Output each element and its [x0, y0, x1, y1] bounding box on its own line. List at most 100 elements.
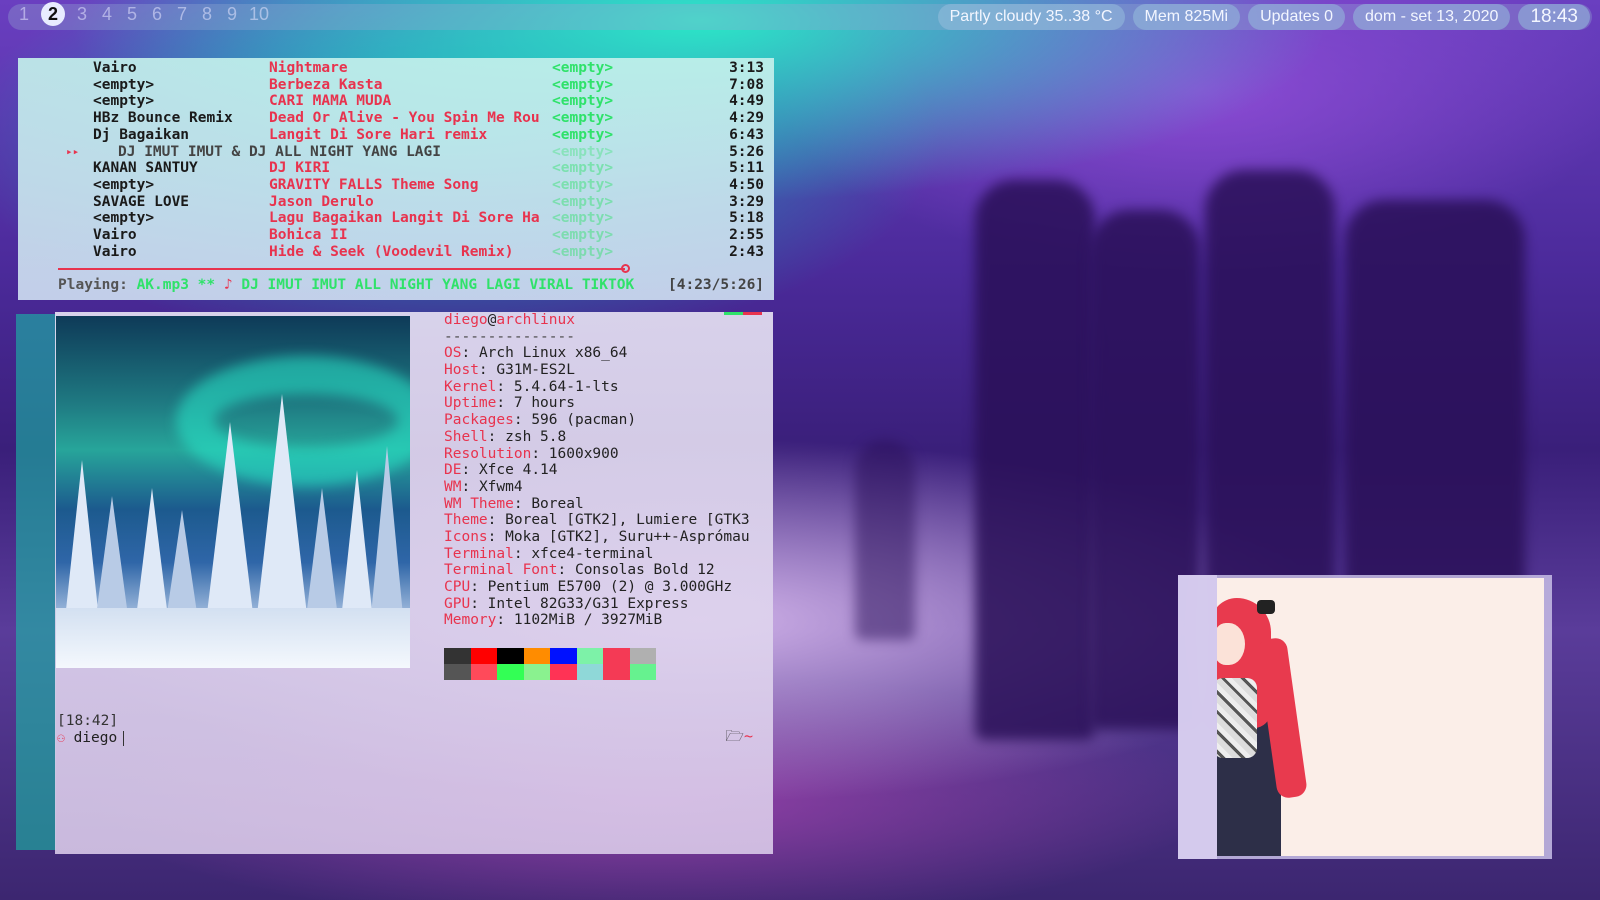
- track-title: Jason Derulo: [269, 193, 374, 210]
- info-key: Uptime: [444, 395, 497, 412]
- track-artist: Vairo: [93, 60, 137, 76]
- track-time: 2:43: [729, 243, 764, 260]
- playlist-row[interactable]: <empty> Berbeza Kasta <empty> 7:08: [18, 77, 774, 94]
- clock-widget[interactable]: 18:43: [1518, 4, 1590, 30]
- playlist-row[interactable]: <empty> GRAVITY FALLS Theme Song <empty> 4:…: [18, 177, 774, 194]
- info-colon: :: [470, 579, 488, 595]
- user-host-line: diego@archlinux: [444, 312, 750, 329]
- cwd-indicator: 🗁~: [725, 726, 753, 751]
- info-colon: :: [496, 395, 514, 412]
- info-separator: ---------------: [444, 328, 575, 345]
- memory-widget[interactable]: Mem 825Mi: [1132, 4, 1241, 30]
- track-title: CARI MAMA MUDA: [269, 93, 392, 110]
- palette-swatch: [523, 664, 550, 680]
- info-key: Resolution: [444, 445, 532, 462]
- track-time: 3:13: [729, 60, 764, 76]
- music-note-icon: ♪: [223, 277, 233, 293]
- palette-swatch: [629, 648, 656, 664]
- text-cursor: [123, 730, 125, 746]
- info-line: Theme: Boreal [GTK2], Lumiere [GTK3: [444, 512, 750, 529]
- palette-swatch: [523, 648, 550, 664]
- playlist-row[interactable]: Vairo Hide & Seek (Voodevil Remix) <empty>…: [18, 244, 774, 261]
- track-time: 6:43: [729, 126, 764, 143]
- folder-open-icon: 🗁: [725, 727, 744, 745]
- track-time: 5:11: [729, 160, 764, 177]
- info-key: WM: [444, 478, 462, 495]
- tree: [306, 488, 338, 618]
- info-colon: :: [557, 562, 575, 579]
- playback-progress-bar[interactable]: [58, 268, 625, 270]
- track-artist: <empty>: [93, 176, 155, 193]
- palette-swatch: [576, 648, 603, 664]
- workspace-3[interactable]: 3: [74, 4, 90, 26]
- terminal-window[interactable]: diego@archlinux --------------- OS: Arch…: [55, 312, 773, 854]
- info-key: GPU: [444, 595, 471, 612]
- track-artist: <empty>: [93, 76, 155, 93]
- track-time: 4:29: [729, 110, 764, 127]
- workspace-switcher: 1 2 3 4 5 6 7 8 9 10: [16, 2, 269, 26]
- background-rock: [975, 180, 1095, 740]
- workspace-5[interactable]: 5: [124, 4, 140, 26]
- playlist-row[interactable]: Vairo Nightmare <empty> 3:13: [18, 60, 774, 77]
- tree: [166, 510, 198, 620]
- track-title: DJ KIRI: [269, 160, 331, 177]
- track-title: Berbeza Kasta: [269, 76, 383, 93]
- playlist-row[interactable]: Dj Bagaikan Langit Di Sore Hari remix <emp…: [18, 127, 774, 144]
- workspace-7[interactable]: 7: [174, 4, 190, 26]
- info-line: Resolution: 1600x900: [444, 446, 750, 463]
- playlist-row[interactable]: <empty> Lagu Bagaikan Langit Di Sore Ha <e…: [18, 210, 774, 227]
- shell-prompt[interactable]: ⚇ diego: [57, 730, 125, 746]
- playback-progress-knob[interactable]: [621, 264, 630, 273]
- info-line: Packages: 596 (pacman): [444, 412, 750, 429]
- workspace-6[interactable]: 6: [149, 4, 165, 26]
- info-line: Terminal Font: Consolas Bold 12: [444, 562, 750, 579]
- track-time: 5:26: [729, 143, 764, 160]
- character-hair-ornament: [1257, 600, 1275, 614]
- track-artist: KANAN SANTUY: [93, 160, 198, 177]
- info-key: Kernel: [444, 378, 497, 395]
- workspace-1[interactable]: 1: [16, 4, 32, 26]
- info-line: Uptime: 7 hours: [444, 395, 750, 412]
- track-artist: Vairo: [93, 243, 137, 260]
- info-key: Terminal: [444, 545, 514, 562]
- prompt-user: diego: [73, 730, 118, 746]
- info-key: CPU: [444, 579, 471, 595]
- info-colon: :: [513, 495, 532, 512]
- date-widget[interactable]: dom - set 13, 2020: [1353, 4, 1511, 30]
- playlist-row[interactable]: <empty> CARI MAMA MUDA <empty> 4:49: [18, 93, 774, 110]
- playlist-row[interactable]: HBz Bounce Remix Dead Or Alive - You Spin…: [18, 110, 774, 127]
- track-album: <empty>: [552, 243, 614, 260]
- playlist-row[interactable]: Vairo Bohica II <empty> 2:55: [18, 227, 774, 244]
- info-value: Xfce 4.14: [478, 462, 558, 479]
- track-artist: HBz Bounce Remix: [93, 110, 233, 127]
- info-value: Intel 82G33/G31 Express: [487, 595, 689, 612]
- workspace-4[interactable]: 4: [99, 4, 115, 26]
- info-line: DE: Xfce 4.14: [444, 462, 750, 479]
- playlist-row[interactable]: SAVAGE LOVE Jason Derulo <empty> 3:29: [18, 194, 774, 211]
- info-colon: :: [531, 445, 549, 462]
- music-player-window[interactable]: Playing: AK.mp3 ** ♪ DJ IMUT IMUT ALL NI…: [18, 58, 774, 300]
- updates-widget[interactable]: Updates 0: [1248, 4, 1346, 30]
- track-artist: Dj Bagaikan: [93, 126, 190, 143]
- workspace-8[interactable]: 8: [199, 4, 215, 26]
- status-label: Playing:: [58, 277, 128, 293]
- track-title: Nightmare: [269, 60, 348, 76]
- info-value: 596 (pacman): [531, 412, 637, 429]
- info-value: 7 hours: [513, 395, 575, 412]
- info-key: WM Theme: [444, 495, 514, 512]
- playlist-row[interactable]: ▸▸ DJ IMUT IMUT & DJ ALL NIGHT YANG LAGI <…: [18, 144, 774, 161]
- palette-swatch: [470, 664, 497, 680]
- status-file: AK.mp3 **: [136, 277, 216, 293]
- image-viewer-window[interactable]: [1178, 575, 1552, 859]
- info-line: OS: Arch Linux x86_64: [444, 345, 750, 362]
- palette-swatch: [444, 664, 471, 680]
- workspace-2[interactable]: 2: [41, 2, 65, 26]
- playlist-row[interactable]: KANAN SANTUY DJ KIRI <empty> 5:11: [18, 160, 774, 177]
- workspace-10[interactable]: 10: [249, 4, 269, 26]
- workspace-9[interactable]: 9: [224, 4, 240, 26]
- info-colon: :: [461, 345, 479, 362]
- palette-swatch: [550, 648, 577, 664]
- track-album: <empty>: [552, 210, 614, 227]
- weather-widget[interactable]: Partly cloudy 35..38 °C: [937, 4, 1125, 30]
- info-colon: :: [496, 612, 514, 629]
